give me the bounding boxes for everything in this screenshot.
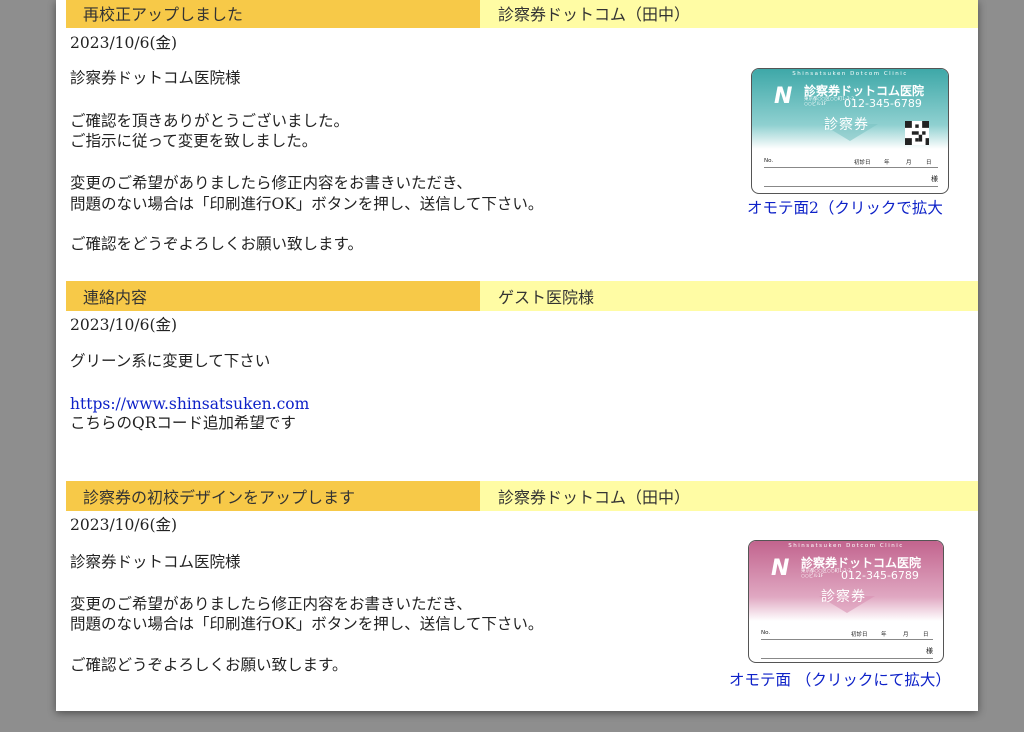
message-line: 問題のない場合は「印刷進行OK」ボタンを押し、送信して下さい。 xyxy=(70,195,544,213)
message-line: ご確認をどうぞよろしくお願い致します。 xyxy=(70,235,363,253)
message-line: 診察券ドットコム医院様 xyxy=(70,69,241,87)
message-line: グリーン系に変更して下さい xyxy=(70,352,271,370)
message-subject: 連絡内容 xyxy=(66,281,480,311)
clinic-logo: N xyxy=(771,556,790,581)
message-subject: 診察券の初校デザインをアップします xyxy=(66,481,480,511)
message-header: 再校正アップしました 診察券ドットコム（田中） xyxy=(66,0,978,28)
card-front-thumbnail-teal[interactable]: Shinsatsuken Dotcom Clinic N 診察券ドットコム医院 … xyxy=(751,68,949,194)
message-line: ご指示に従って変更を致しました。 xyxy=(70,132,318,150)
message-url-link[interactable]: https://www.shinsatsuken.com xyxy=(70,394,309,415)
card-name-row: 様 xyxy=(761,646,933,659)
card-caption-link[interactable]: オモテ面 （クリックにて拡大） xyxy=(729,668,951,690)
message-line: 変更のご希望がありましたら修正内容をお書きいただき、 xyxy=(70,174,472,192)
card-kind: 診察券 xyxy=(821,589,866,605)
card-caption-link[interactable]: オモテ面2（クリックで拡大 xyxy=(747,196,943,218)
message-subject: 再校正アップしました xyxy=(66,0,480,28)
message-header: 診察券の初校デザインをアップします 診察券ドットコム（田中） xyxy=(66,481,978,511)
card-number-row: No. 初診日 年 月 日 xyxy=(764,157,938,168)
qr-code-icon xyxy=(905,121,929,145)
message-line: こちらのQRコード追加希望です xyxy=(70,414,296,432)
card-number-row: No. 初診日 年 月 日 xyxy=(761,629,933,640)
message-date: 2023/10/6(金) xyxy=(70,516,178,534)
message-line: ご確認を頂きありがとうございました。 xyxy=(70,112,350,130)
message-line: 問題のない場合は「印刷進行OK」ボタンを押し、送信して下さい。 xyxy=(70,615,544,633)
message-header: 連絡内容 ゲスト医院様 xyxy=(66,281,978,311)
clinic-logo: N xyxy=(774,84,793,109)
message-thread: 再校正アップしました 診察券ドットコム（田中） 2023/10/6(金) 診察券… xyxy=(56,0,978,711)
message-line: 変更のご希望がありましたら修正内容をお書きいただき、 xyxy=(70,595,472,613)
message-date: 2023/10/6(金) xyxy=(70,34,178,52)
card-phone: 012-345-6789 xyxy=(844,97,922,110)
card-front-thumbnail-pink[interactable]: Shinsatsuken Dotcom Clinic N 診察券ドットコム医院 … xyxy=(748,540,944,663)
message-sender: 診察券ドットコム（田中） xyxy=(480,0,978,28)
message-sender: 診察券ドットコム（田中） xyxy=(480,481,978,511)
message-sender: ゲスト医院様 xyxy=(480,281,978,311)
message-date: 2023/10/6(金) xyxy=(70,316,178,334)
message-line: ご確認どうぞよろしくお願い致します。 xyxy=(70,656,348,674)
card-phone: 012-345-6789 xyxy=(841,569,919,582)
card-name-row: 様 xyxy=(764,174,938,187)
card-tagline: Shinsatsuken Dotcom Clinic xyxy=(792,71,908,77)
message-line: 診察券ドットコム医院様 xyxy=(70,553,241,571)
card-tagline: Shinsatsuken Dotcom Clinic xyxy=(788,543,904,549)
card-kind: 診察券 xyxy=(824,117,869,133)
